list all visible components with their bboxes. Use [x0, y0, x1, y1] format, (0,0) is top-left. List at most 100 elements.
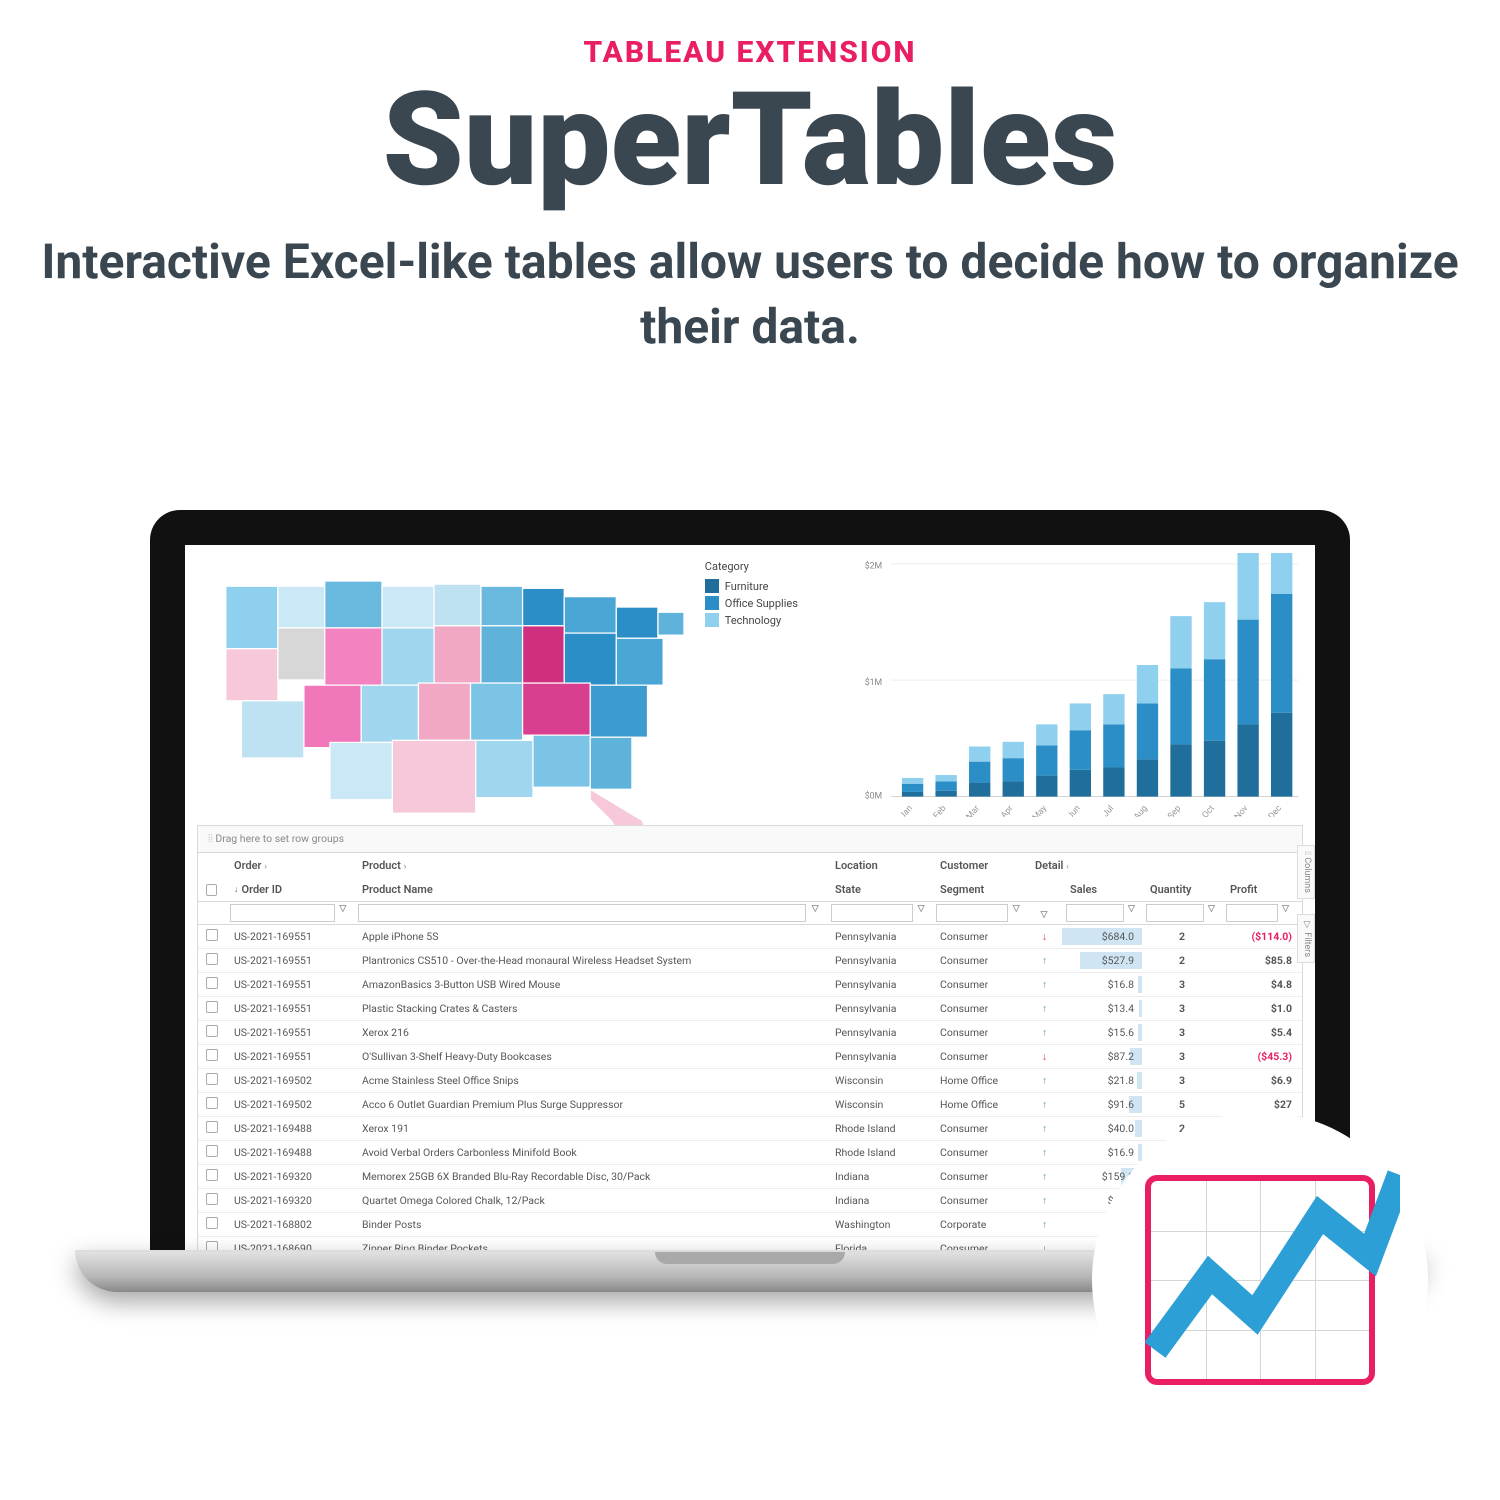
legend-item[interactable]: Office Supplies: [705, 596, 852, 610]
row-checkbox[interactable]: [206, 1169, 218, 1181]
select-all-checkbox[interactable]: [206, 884, 217, 896]
cell-order-id: US-2021-169551: [226, 926, 354, 947]
filter-segment[interactable]: [936, 904, 1008, 922]
funnel-icon[interactable]: ▽: [1206, 904, 1217, 922]
col-order-id[interactable]: ↓Order ID: [226, 878, 354, 901]
cell-trend: ↑: [1027, 1214, 1062, 1235]
row-checkbox[interactable]: [206, 1097, 218, 1109]
arrow-down-icon: ↓: [1042, 930, 1047, 943]
table-row[interactable]: US-2021-169551 Xerox 216 Pennsylvania Co…: [198, 1021, 1302, 1045]
table-row[interactable]: US-2021-169551 O'Sullivan 3-Shelf Heavy-…: [198, 1045, 1302, 1069]
svg-text:May: May: [1031, 803, 1050, 817]
row-checkbox[interactable]: [206, 1193, 218, 1205]
cell-product: Avoid Verbal Orders Carbonless Minifold …: [354, 1142, 827, 1163]
cell-state: Indiana: [827, 1190, 932, 1211]
table-row[interactable]: US-2021-169551 Plastic Stacking Crates &…: [198, 997, 1302, 1021]
col-quantity[interactable]: Quantity: [1142, 878, 1222, 901]
cell-sales: $15.6: [1062, 1022, 1142, 1043]
table-row[interactable]: US-2021-169488 Xerox 191 Rhode Island Co…: [198, 1117, 1302, 1141]
svg-text:Oct: Oct: [1200, 804, 1216, 817]
filter-qty[interactable]: [1146, 904, 1204, 922]
legend-label: Technology: [725, 614, 781, 627]
cell-segment: Consumer: [932, 950, 1027, 971]
arrow-down-icon: ↓: [1042, 1050, 1047, 1063]
filter-state[interactable]: [831, 904, 913, 922]
row-checkbox[interactable]: [206, 1145, 218, 1157]
cell-trend: ↑: [1027, 998, 1062, 1019]
cell-sales: $13.4: [1062, 998, 1142, 1019]
table-row[interactable]: US-2021-169488 Avoid Verbal Orders Carbo…: [198, 1141, 1302, 1165]
funnel-icon[interactable]: ▽: [1126, 904, 1137, 922]
funnel-icon[interactable]: ▽: [1280, 904, 1291, 922]
row-group-dropzone[interactable]: ⦙⦙ Drag here to set row groups: [197, 825, 1303, 853]
chevron-icon[interactable]: ‹: [1066, 862, 1069, 872]
monthly-bar-chart[interactable]: $2M $1M $0M JanFebMarAprMayJunJulAugSepO…: [852, 545, 1315, 825]
table-row[interactable]: US-2021-169551 AmazonBasics 3-Button USB…: [198, 973, 1302, 997]
row-checkbox[interactable]: [206, 929, 218, 941]
row-checkbox[interactable]: [206, 1217, 218, 1229]
cell-segment: Corporate: [932, 1214, 1027, 1235]
legend-item[interactable]: Furniture: [705, 579, 852, 593]
cell-trend: ↑: [1027, 950, 1062, 971]
cell-product: Plastic Stacking Crates & Casters: [354, 998, 827, 1019]
funnel-icon[interactable]: ▽: [1010, 904, 1022, 922]
col-state[interactable]: State: [827, 878, 932, 901]
arrow-up-icon: ↑: [1042, 1122, 1047, 1135]
product-badge: [1100, 1120, 1420, 1440]
side-tab-columns[interactable]: ⦙⦙ Columns: [1297, 845, 1315, 899]
arrow-up-icon: ↑: [1042, 1098, 1047, 1111]
legend-label: Furniture: [725, 580, 769, 593]
cell-segment: Home Office: [932, 1070, 1027, 1091]
cell-qty: 3: [1142, 1022, 1222, 1043]
us-map-viz[interactable]: [185, 545, 705, 825]
arrow-up-icon: ↑: [1042, 1074, 1047, 1087]
cell-qty: 2: [1142, 926, 1222, 947]
cell-sales: $40.0: [1062, 1118, 1142, 1139]
cell-product: Xerox 216: [354, 1022, 827, 1043]
table-row[interactable]: US-2021-169551 Plantronics CS510 - Over-…: [198, 949, 1302, 973]
table-row[interactable]: US-2021-169551 Apple iPhone 5S Pennsylva…: [198, 925, 1302, 949]
funnel-icon[interactable]: ▽: [1037, 910, 1051, 920]
funnel-icon[interactable]: ▽: [337, 904, 349, 922]
cell-segment: Consumer: [932, 926, 1027, 947]
cell-trend: ↑: [1027, 1022, 1062, 1043]
row-checkbox[interactable]: [206, 1001, 218, 1013]
table-row[interactable]: US-2021-169502 Acco 6 Outlet Guardian Pr…: [198, 1093, 1302, 1117]
col-product-name[interactable]: Product Name: [354, 878, 827, 901]
funnel-icon[interactable]: ▽: [808, 904, 822, 922]
cell-profit: $5.4: [1222, 1022, 1302, 1043]
row-checkbox[interactable]: [206, 953, 218, 965]
swatch-icon: [705, 579, 719, 593]
arrow-up-icon: ↑: [1042, 1146, 1047, 1159]
side-tab-filters[interactable]: ▽ Filters: [1297, 914, 1315, 963]
funnel-icon[interactable]: ▽: [915, 904, 927, 922]
svg-text:Dec: Dec: [1266, 803, 1284, 817]
filter-profit[interactable]: [1226, 904, 1278, 922]
col-segment[interactable]: Segment: [932, 878, 1027, 901]
arrow-up-icon: ↑: [1042, 954, 1047, 967]
swatch-icon: [705, 596, 719, 610]
svg-text:Feb: Feb: [931, 804, 948, 817]
row-checkbox[interactable]: [206, 1049, 218, 1061]
row-checkbox[interactable]: [206, 1241, 218, 1250]
filter-sales[interactable]: [1066, 904, 1124, 922]
col-sales[interactable]: Sales: [1062, 878, 1142, 901]
col-profit[interactable]: Profit: [1222, 878, 1302, 901]
svg-text:Jul: Jul: [1101, 804, 1116, 817]
row-checkbox[interactable]: [206, 1025, 218, 1037]
cell-profit: ($45.3): [1222, 1046, 1302, 1067]
arrow-up-icon: ↑: [1042, 978, 1047, 991]
chevron-icon[interactable]: ›: [404, 862, 407, 872]
row-checkbox[interactable]: [206, 1073, 218, 1085]
legend-item[interactable]: Technology: [705, 613, 852, 627]
row-checkbox[interactable]: [206, 977, 218, 989]
row-checkbox[interactable]: [206, 1121, 218, 1133]
table-row[interactable]: US-2021-169502 Acme Stainless Steel Offi…: [198, 1069, 1302, 1093]
cell-order-id: US-2021-169551: [226, 998, 354, 1019]
chevron-icon[interactable]: ›: [264, 862, 267, 872]
svg-text:Apr: Apr: [999, 804, 1015, 817]
filter-product[interactable]: [358, 904, 806, 922]
cell-sales: $87.2: [1062, 1046, 1142, 1067]
filter-order-id[interactable]: [230, 904, 335, 922]
svg-text:Aug: Aug: [1132, 804, 1150, 817]
